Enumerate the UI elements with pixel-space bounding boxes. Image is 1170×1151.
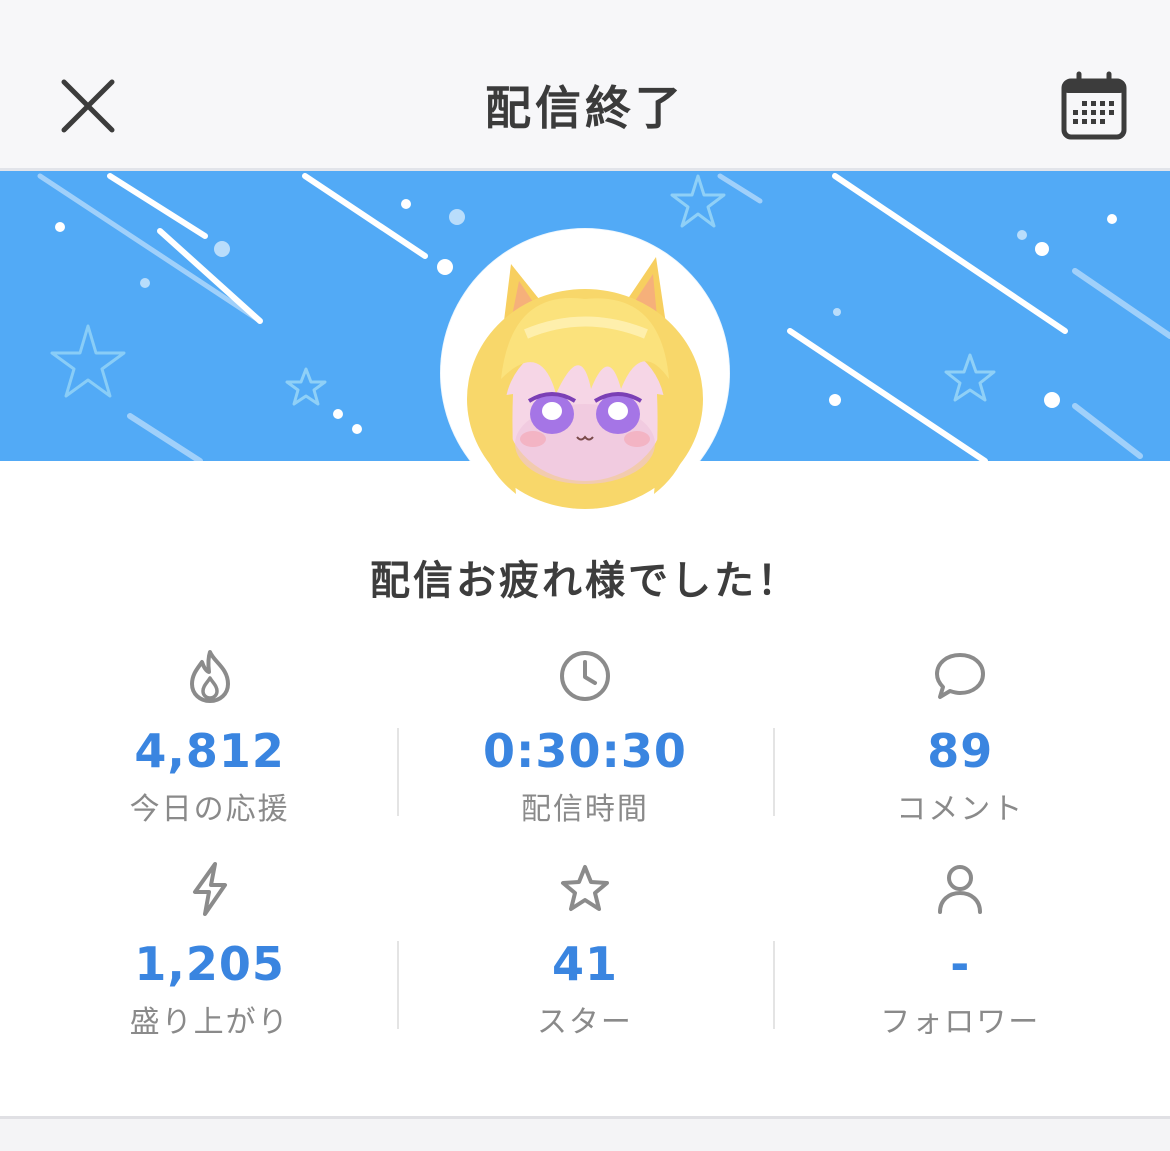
stat-value: 0:30:30	[483, 724, 687, 778]
avatar-image	[441, 229, 729, 517]
page-title: 配信終了	[485, 81, 685, 135]
stat-value: 89	[927, 724, 994, 778]
calendar-icon	[1061, 71, 1127, 140]
stat-support: 4,812 今日の応援	[22, 640, 397, 853]
thank-you-message: 配信お疲れ様でした！	[370, 558, 800, 604]
stat-label: フォロワー	[880, 1005, 1041, 1040]
stat-stars: 41 スター	[397, 853, 772, 1066]
avatar[interactable]	[441, 229, 729, 517]
stat-label: 今日の応援	[129, 792, 290, 827]
stat-value: -	[950, 937, 971, 991]
calendar-button[interactable]	[1054, 66, 1134, 146]
lightning-icon	[180, 859, 240, 919]
stat-duration: 0:30:30 配信時間	[397, 640, 772, 853]
stat-value: 4,812	[134, 724, 285, 778]
stats-grid: 4,812 今日の応援 0:30:30 配信時間 89 コメント 1,205 盛…	[22, 640, 1148, 1066]
clock-icon	[555, 646, 615, 706]
stat-excitement: 1,205 盛り上がり	[22, 853, 397, 1066]
stat-comments: 89 コメント	[772, 640, 1148, 853]
bottom-divider	[0, 1116, 1170, 1151]
flame-icon	[180, 646, 240, 706]
stat-label: コメント	[896, 792, 1025, 827]
header-bar: 配信終了	[0, 0, 1170, 171]
stat-label: 盛り上がり	[129, 1005, 290, 1040]
person-icon	[930, 859, 990, 919]
stat-followers: - フォロワー	[772, 853, 1148, 1066]
comment-icon	[930, 646, 990, 706]
stat-value: 1,205	[134, 937, 285, 991]
star-icon	[555, 859, 615, 919]
stats-row: 1,205 盛り上がり 41 スター - フォロワー	[22, 853, 1148, 1066]
stat-label: 配信時間	[520, 792, 649, 827]
stream-ended-screen: 配信終了 配信お疲れ様でした！ 4,812 今日の応援 0:30:30 配信時間…	[0, 0, 1170, 1151]
stat-label: スター	[536, 1005, 633, 1040]
stats-row: 4,812 今日の応援 0:30:30 配信時間 89 コメント	[22, 640, 1148, 853]
stat-value: 41	[551, 937, 618, 991]
